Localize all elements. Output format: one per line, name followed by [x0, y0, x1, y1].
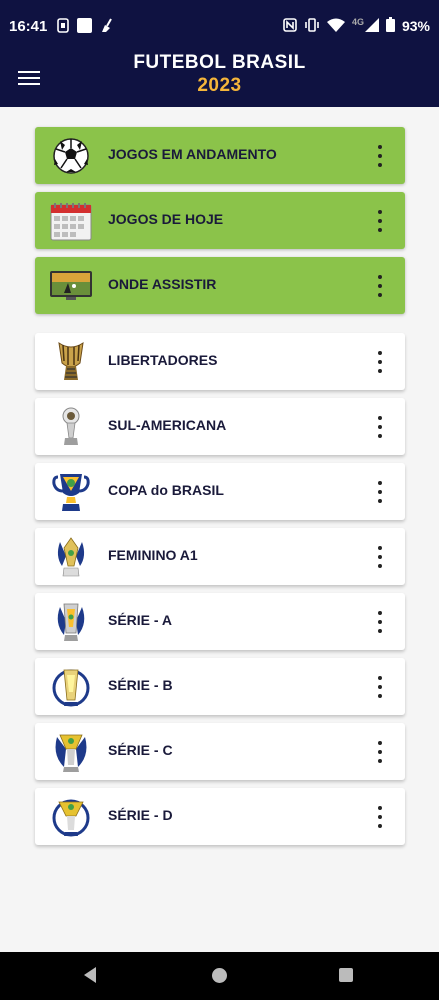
- broom-icon: [100, 18, 114, 38]
- menu-item-jogos-em-andamento[interactable]: JOGOS EM ANDAMENTO: [35, 127, 405, 184]
- menu-item-label: JOGOS DE HOJE: [108, 211, 224, 227]
- menu-item-label: JOGOS EM ANDAMENTO: [108, 146, 277, 162]
- system-nav-bar: [0, 952, 439, 1000]
- more-options-icon[interactable]: [375, 145, 385, 167]
- menu-item-label: FEMININO A1: [108, 547, 198, 563]
- menu-item-serie-d[interactable]: SÉRIE - D: [35, 788, 405, 845]
- more-options-icon[interactable]: [375, 210, 385, 232]
- copa-do-brasil-trophy-icon: [49, 471, 93, 513]
- sim-icon: [57, 18, 69, 38]
- recents-icon[interactable]: [339, 968, 353, 982]
- more-options-icon[interactable]: [375, 416, 385, 438]
- sudamericana-trophy-icon: [49, 406, 93, 448]
- network-type: 4G: [351, 17, 364, 27]
- menu-item-label: COPA do BRASIL: [108, 482, 224, 498]
- menu-list: JOGOS EM ANDAMENTO JOGOS DE HOJE ONDE AS…: [35, 127, 405, 853]
- menu-item-label: SÉRIE - C: [108, 742, 173, 758]
- menu-item-label: ONDE ASSISTIR: [108, 276, 217, 292]
- serie-d-trophy-icon: [49, 796, 93, 838]
- menu-item-label: SÉRIE - D: [108, 807, 173, 823]
- back-icon[interactable]: [84, 967, 96, 983]
- app-title: FUTEBOL BRASIL: [133, 52, 306, 73]
- more-options-icon[interactable]: [375, 481, 385, 503]
- serie-b-trophy-icon: [49, 666, 93, 708]
- wifi-icon: [326, 18, 345, 35]
- menu-item-copa-do-brasil[interactable]: COPA do BRASIL: [35, 463, 405, 520]
- menu-item-libertadores[interactable]: LIBERTADORES: [35, 333, 405, 390]
- more-options-icon[interactable]: [375, 611, 385, 633]
- menu-item-label: SUL-AMERICANA: [108, 417, 227, 433]
- menu-item-jogos-de-hoje[interactable]: JOGOS DE HOJE: [35, 192, 405, 249]
- menu-item-feminino-a1[interactable]: FEMININO A1: [35, 528, 405, 585]
- libertadores-trophy-icon: [49, 341, 93, 383]
- serie-c-trophy-icon: [49, 731, 93, 773]
- status-left-icons: [57, 18, 114, 38]
- notification-square-icon: [77, 18, 92, 38]
- more-options-icon[interactable]: [375, 741, 385, 763]
- app-bar: FUTEBOL BRASIL 2023: [0, 52, 439, 107]
- serie-a-trophy-icon: [49, 601, 93, 643]
- menu-item-serie-b[interactable]: SÉRIE - B: [35, 658, 405, 715]
- more-options-icon[interactable]: [375, 351, 385, 373]
- vibrate-icon: [304, 17, 320, 35]
- menu-item-onde-assistir[interactable]: ONDE ASSISTIR: [35, 257, 405, 314]
- signal-icon: [364, 17, 379, 35]
- more-options-icon[interactable]: [375, 546, 385, 568]
- menu-item-serie-a[interactable]: SÉRIE - A: [35, 593, 405, 650]
- menu-item-sul-americana[interactable]: SUL-AMERICANA: [35, 398, 405, 455]
- soccer-ball-icon: [49, 135, 93, 177]
- more-options-icon[interactable]: [375, 275, 385, 297]
- more-options-icon[interactable]: [375, 676, 385, 698]
- calendar-icon: [49, 200, 93, 242]
- app-title-year: 2023: [197, 75, 242, 96]
- home-icon[interactable]: [212, 968, 227, 983]
- nfc-icon: [283, 17, 297, 35]
- status-bar: 16:41 4G 93%: [0, 0, 439, 55]
- menu-item-label: LIBERTADORES: [108, 352, 218, 368]
- status-right-icons: 4G 93%: [283, 17, 430, 35]
- status-time: 16:41: [9, 18, 48, 35]
- menu-item-serie-c[interactable]: SÉRIE - C: [35, 723, 405, 780]
- battery-level: 93%: [401, 18, 430, 34]
- tv-icon: [49, 265, 93, 307]
- feminino-trophy-icon: [49, 536, 93, 578]
- menu-item-label: SÉRIE - A: [108, 612, 173, 628]
- battery-icon: [385, 17, 395, 35]
- menu-item-label: SÉRIE - B: [108, 677, 173, 693]
- more-options-icon[interactable]: [375, 806, 385, 828]
